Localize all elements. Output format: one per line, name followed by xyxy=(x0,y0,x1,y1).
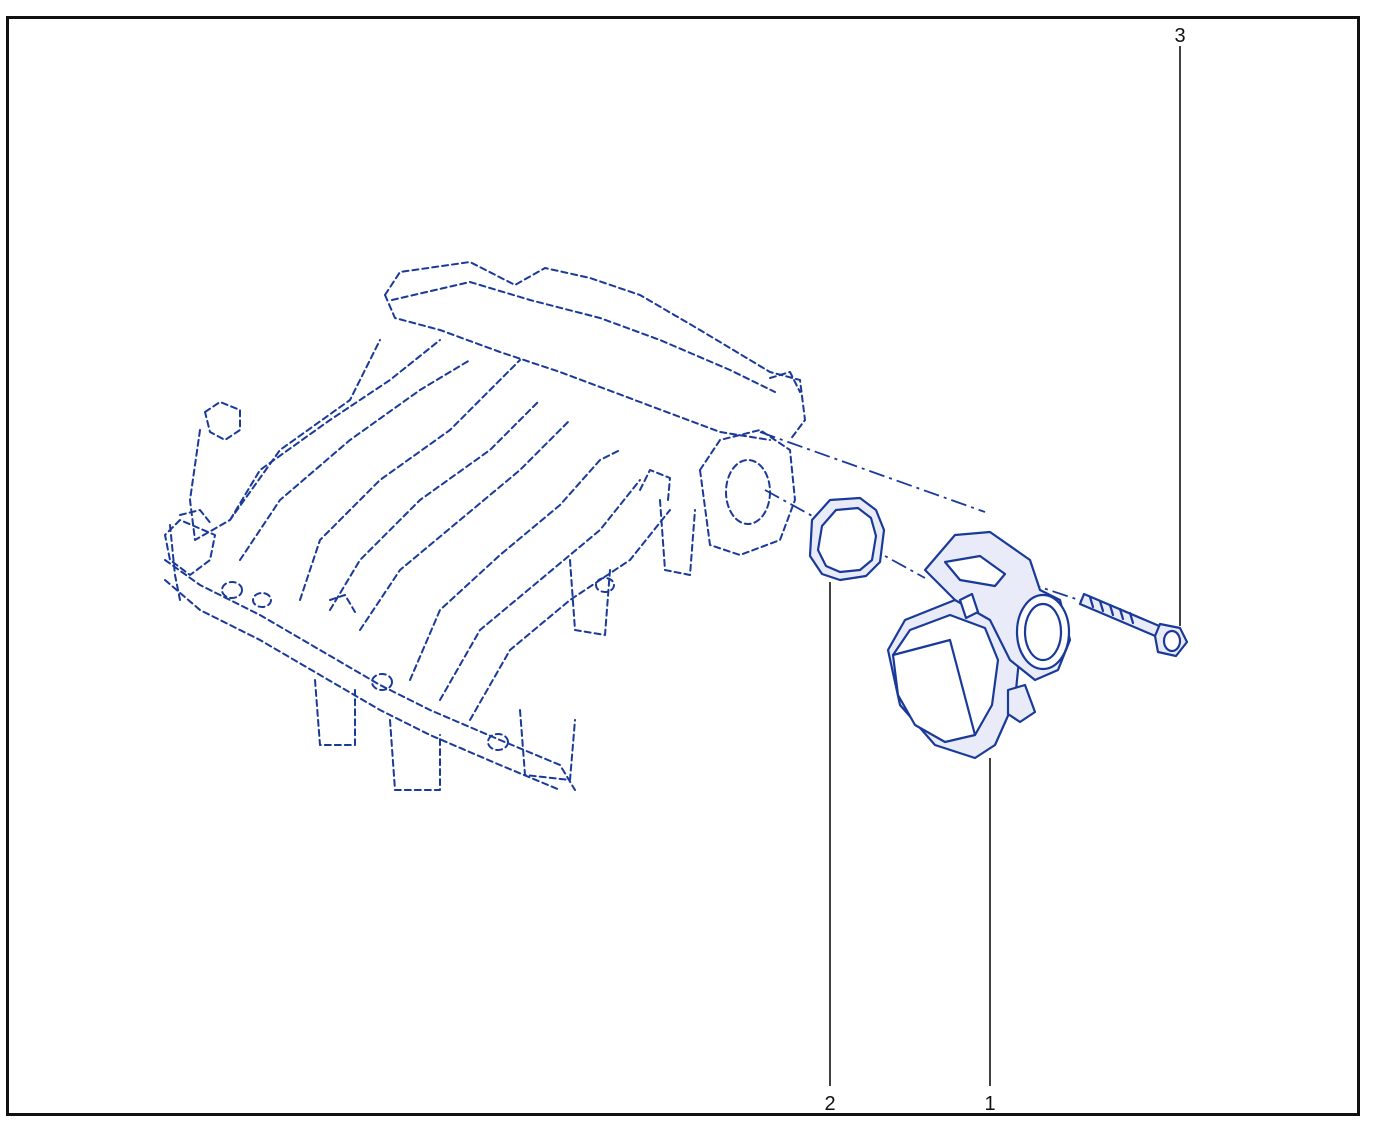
callout-2-label: 2 xyxy=(824,1093,835,1115)
callout-3: 3 xyxy=(1174,25,1186,626)
throttle-body xyxy=(886,530,1072,760)
callout-3-label: 3 xyxy=(1174,25,1185,47)
callout-1-label: 1 xyxy=(984,1093,995,1115)
callout-2: 2 xyxy=(824,582,836,1115)
gasket-ring xyxy=(808,496,886,582)
mounting-bolt xyxy=(1078,592,1189,658)
intake-manifold-outline xyxy=(164,261,806,791)
exploded-parts-diagram: 1 2 3 xyxy=(164,25,1189,1115)
callout-1: 1 xyxy=(984,758,996,1115)
